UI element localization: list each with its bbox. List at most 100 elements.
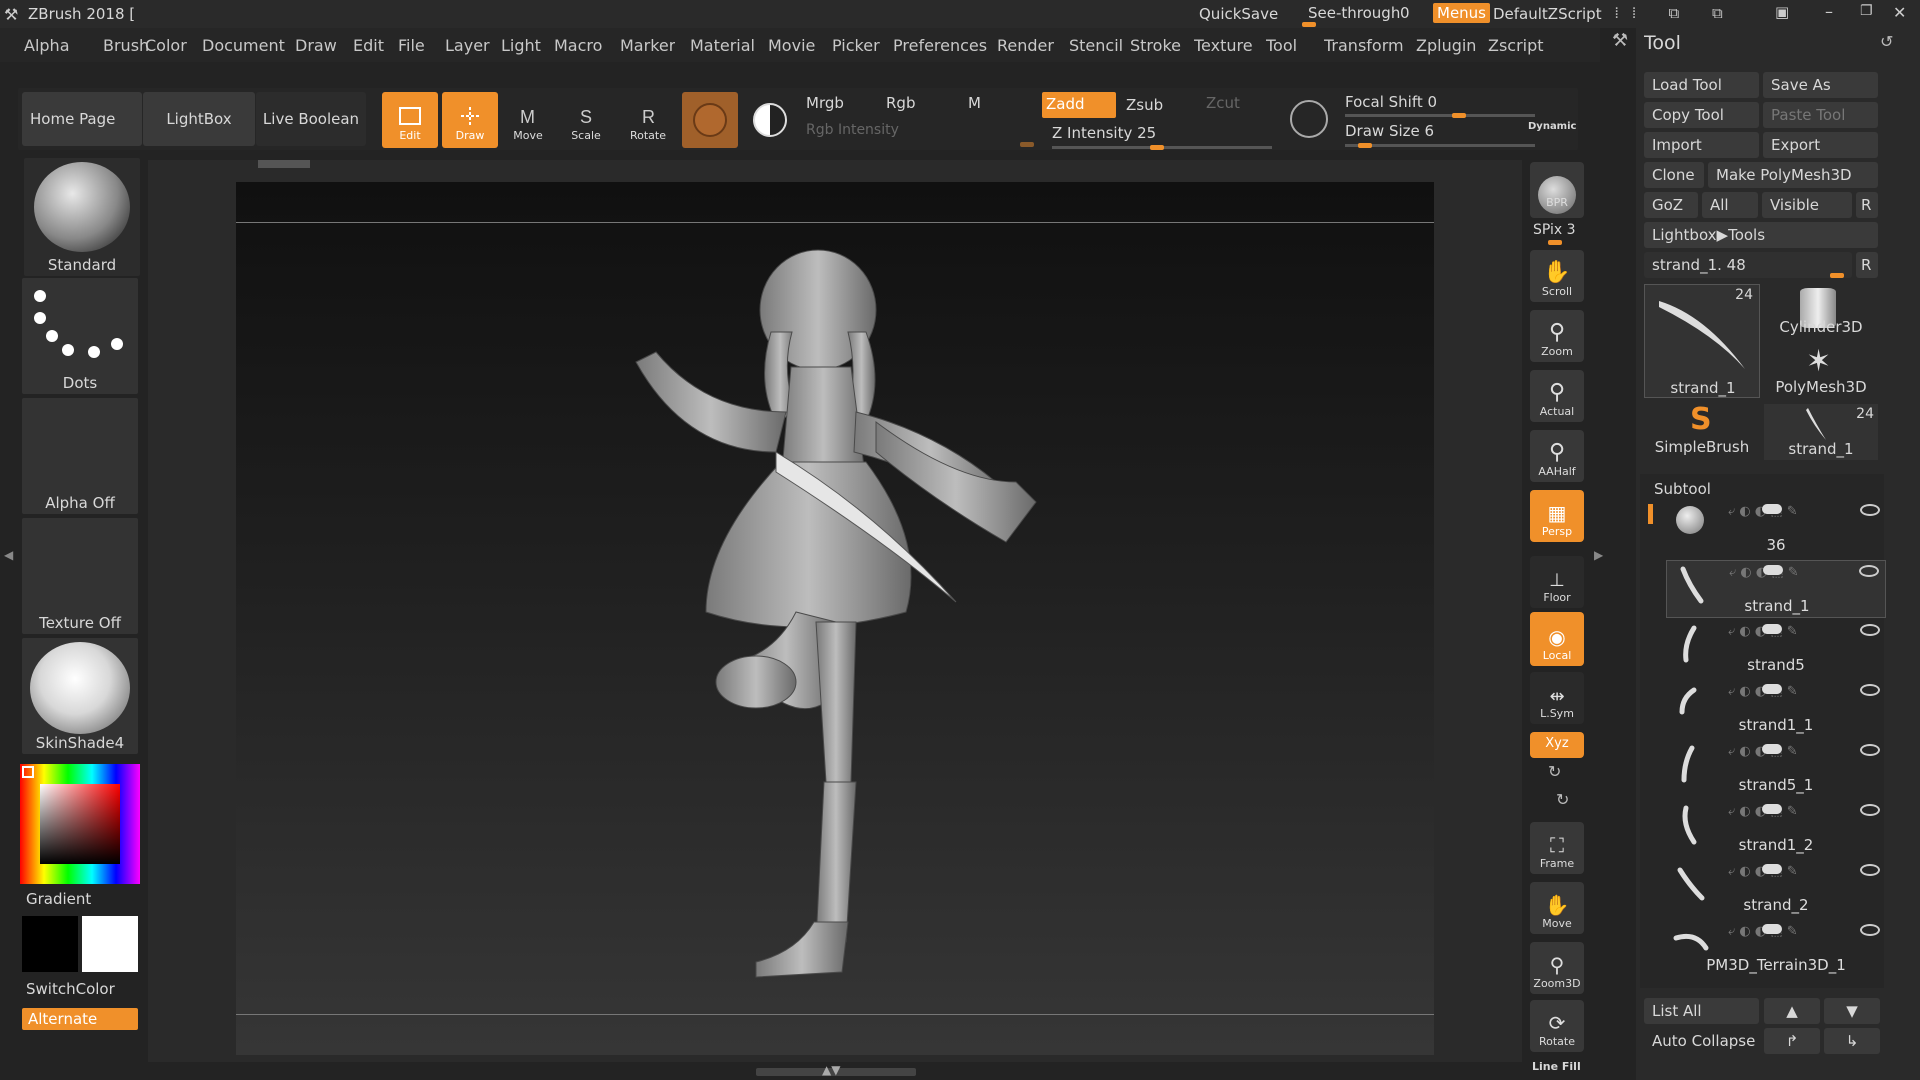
- move-up-button[interactable]: ▲: [1764, 998, 1820, 1024]
- menu-zplugin[interactable]: Zplugin: [1416, 36, 1476, 55]
- rgb-button[interactable]: Rgb: [886, 94, 915, 112]
- dynamic-toggle[interactable]: Dynamic: [1528, 121, 1576, 132]
- eye-icon[interactable]: [1860, 504, 1880, 516]
- clone-button[interactable]: Clone: [1644, 162, 1704, 188]
- main-color-swatch[interactable]: [22, 916, 78, 972]
- seethrough-slider[interactable]: See-through 0: [1300, 2, 1416, 27]
- menu-texture[interactable]: Texture: [1194, 36, 1253, 55]
- tool-thumb-simplebrush[interactable]: S SimpleBrush: [1644, 402, 1760, 460]
- alpha-thumb[interactable]: Alpha Off: [22, 398, 138, 514]
- z-intensity-slider[interactable]: Z Intensity 25: [1052, 124, 1156, 142]
- lsym-button[interactable]: ⇹ L.Sym: [1530, 672, 1584, 724]
- m-button[interactable]: M: [968, 94, 981, 112]
- focal-shift-track[interactable]: [1345, 114, 1535, 117]
- menu-brush[interactable]: Brush: [103, 36, 149, 55]
- gradient-label[interactable]: Gradient: [26, 890, 91, 908]
- frame-button[interactable]: ⛶ Frame: [1530, 822, 1584, 874]
- menu-alpha[interactable]: Alpha: [24, 36, 70, 55]
- menu-edit[interactable]: Edit: [353, 36, 384, 55]
- move-down-button[interactable]: ▼: [1824, 998, 1880, 1024]
- eye-icon[interactable]: [1859, 565, 1879, 577]
- subtool-title[interactable]: Subtool: [1654, 480, 1711, 498]
- floor-button[interactable]: ⊥ Floor: [1530, 556, 1584, 608]
- alternate-button[interactable]: Alternate: [22, 1008, 138, 1030]
- linefill-button[interactable]: Line Fill: [1532, 1060, 1581, 1073]
- spix-slider[interactable]: SPix 3: [1533, 222, 1576, 238]
- menu-layer[interactable]: Layer: [445, 36, 490, 55]
- rgb-intensity-knob[interactable]: [1020, 142, 1034, 147]
- focal-shift-knob[interactable]: [1452, 113, 1466, 118]
- all-button[interactable]: All: [1702, 192, 1758, 218]
- goz-button[interactable]: GoZ: [1644, 192, 1698, 218]
- color-sphere-icon[interactable]: [746, 96, 794, 144]
- tool-thumb-polymesh[interactable]: ✶ PolyMesh3D: [1764, 344, 1878, 400]
- local-button[interactable]: ◉ Local: [1530, 612, 1584, 666]
- persp-button[interactable]: ▦ Persp: [1530, 490, 1584, 542]
- left-tray-arrow-icon[interactable]: ◀: [4, 548, 13, 562]
- make-polymesh-button[interactable]: Make PolyMesh3D: [1708, 162, 1878, 188]
- lock-icon[interactable]: ▣: [1775, 3, 1789, 21]
- subtool-toggle[interactable]: [1762, 864, 1782, 874]
- menu-stencil[interactable]: Stencil: [1069, 36, 1123, 55]
- menu-material[interactable]: Material: [690, 36, 755, 55]
- lightbox-tools-button[interactable]: Lightbox▶Tools: [1644, 222, 1878, 248]
- zsub-button[interactable]: Zsub: [1126, 96, 1163, 114]
- focal-shift-slider[interactable]: Focal Shift 0: [1345, 93, 1437, 111]
- minimize-icon[interactable]: –: [1825, 2, 1833, 21]
- home-page-button[interactable]: Home Page: [22, 92, 142, 146]
- sculpt-model[interactable]: [236, 182, 1434, 1055]
- zoom3d-button[interactable]: ⚲ Zoom3D: [1530, 942, 1584, 994]
- collapse-up-button[interactable]: ↱: [1764, 1028, 1820, 1054]
- eye-icon[interactable]: [1860, 924, 1880, 936]
- subtool-item-strand-2[interactable]: ⤶ ◐ ◐ ⬚ ✎strand_2: [1666, 860, 1886, 918]
- scroll-button[interactable]: ✋ Scroll: [1530, 250, 1584, 302]
- subtool-scroll-knob[interactable]: [1648, 504, 1653, 524]
- menu-stroke[interactable]: Stroke: [1130, 36, 1181, 55]
- live-boolean-button[interactable]: Live Boolean: [256, 92, 366, 146]
- quicksave-button[interactable]: QuickSave: [1199, 5, 1278, 23]
- export-button[interactable]: Export: [1763, 132, 1878, 158]
- draw-size-track[interactable]: [1345, 144, 1535, 147]
- subtool-toggle[interactable]: [1762, 504, 1782, 514]
- spix-knob[interactable]: [1548, 240, 1562, 245]
- menu-tool[interactable]: Tool: [1266, 36, 1297, 55]
- zoom-button[interactable]: ⚲ Zoom: [1530, 310, 1584, 362]
- menu-zscript[interactable]: Zscript: [1488, 36, 1544, 55]
- rotate-z-icon[interactable]: ↻: [1556, 790, 1569, 809]
- eye-icon[interactable]: [1860, 624, 1880, 636]
- menu-light[interactable]: Light: [501, 36, 541, 55]
- visible-button[interactable]: Visible: [1762, 192, 1852, 218]
- secondary-color-swatch[interactable]: [82, 916, 138, 972]
- menu-picker[interactable]: Picker: [832, 36, 880, 55]
- auto-collapse-button[interactable]: Auto Collapse: [1644, 1028, 1759, 1054]
- rotate-button[interactable]: R Rotate: [620, 92, 676, 148]
- zadd-button[interactable]: Zadd: [1042, 92, 1116, 118]
- texture-thumb[interactable]: Texture Off: [22, 518, 138, 634]
- viewport[interactable]: [236, 182, 1434, 1055]
- list-all-button[interactable]: List All: [1644, 998, 1759, 1024]
- bpr-button[interactable]: BPR: [1530, 162, 1584, 218]
- current-tool-r-button[interactable]: R: [1856, 252, 1878, 278]
- goz-r-button[interactable]: R: [1856, 192, 1878, 218]
- menu-preferences[interactable]: Preferences: [893, 36, 987, 55]
- subtool-item-strand5[interactable]: ⤶ ◐ ◐ ⬚ ✎strand5: [1666, 620, 1886, 678]
- right-tray-arrow-icon[interactable]: ▶: [1594, 548, 1603, 562]
- current-tool-slider[interactable]: strand_1. 48: [1644, 252, 1852, 278]
- draw-size-slider[interactable]: Draw Size 6: [1345, 122, 1434, 140]
- import-button[interactable]: Import: [1644, 132, 1759, 158]
- subtool-toggle[interactable]: [1762, 744, 1782, 754]
- current-tool-knob[interactable]: [1830, 273, 1844, 278]
- menu-macro[interactable]: Macro: [554, 36, 602, 55]
- draw-button[interactable]: Draw: [442, 92, 498, 148]
- tool-thumb-strand1-b[interactable]: 24 strand_1: [1764, 404, 1878, 460]
- subtool-item-strand-1[interactable]: ⤶ ◐ ◐ ⬚ ✎strand_1: [1666, 560, 1886, 618]
- save-as-button[interactable]: Save As: [1763, 72, 1878, 98]
- menu-render[interactable]: Render: [997, 36, 1054, 55]
- move-view-button[interactable]: ✋ Move: [1530, 882, 1584, 934]
- switchcolor-button[interactable]: SwitchColor: [26, 980, 115, 998]
- paste-tool-button[interactable]: Paste Tool: [1763, 102, 1878, 128]
- menu-transform[interactable]: Transform: [1324, 36, 1404, 55]
- draw-size-knob[interactable]: [1358, 143, 1372, 148]
- scale-button[interactable]: S Scale: [558, 92, 614, 148]
- subtool-item-strand5-1[interactable]: ⤶ ◐ ◐ ⬚ ✎strand5_1: [1666, 740, 1886, 798]
